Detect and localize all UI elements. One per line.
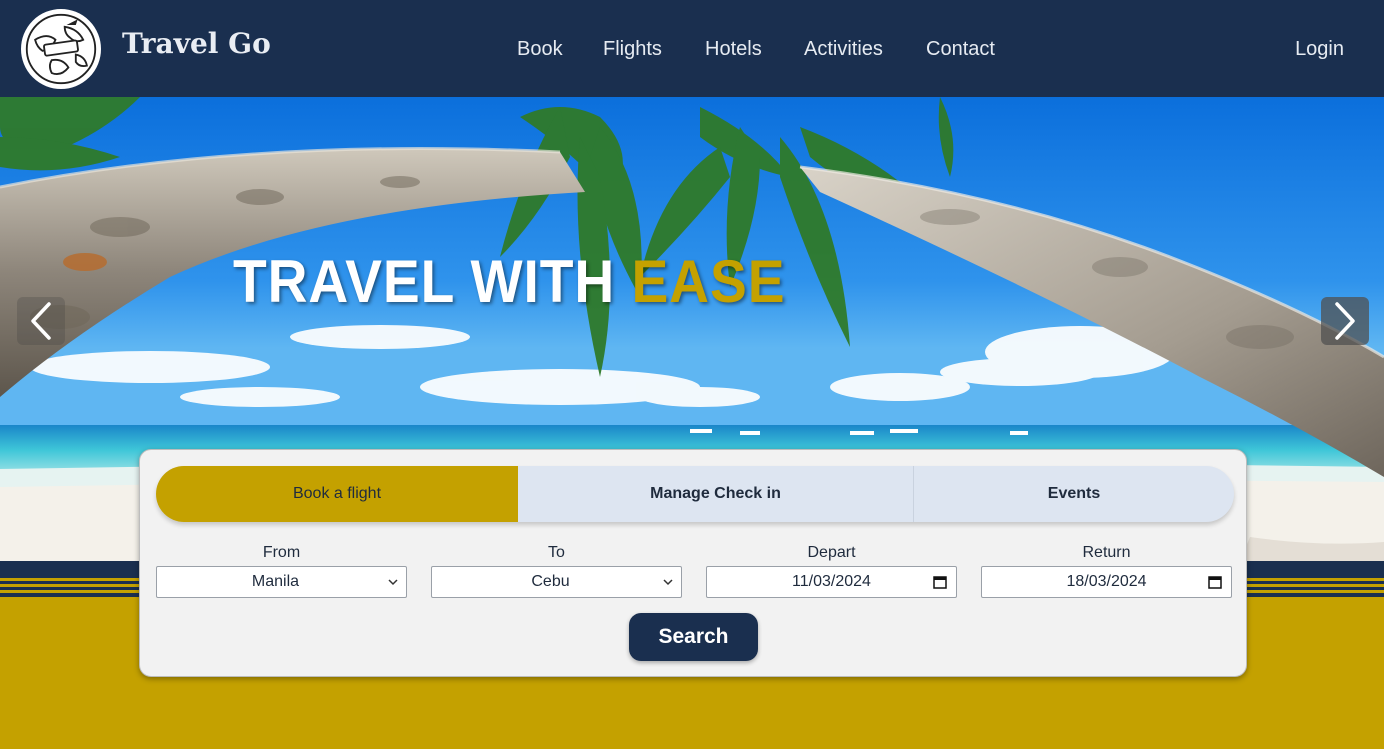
travel-globe-logo[interactable] bbox=[21, 9, 101, 89]
from-select-value: Manila bbox=[251, 573, 300, 590]
nav-book[interactable]: Book bbox=[517, 38, 563, 61]
hero-title-accent: EASE bbox=[631, 248, 786, 315]
brand-name[interactable]: Travel Go bbox=[122, 27, 271, 60]
return-label: Return bbox=[1082, 544, 1131, 561]
tab-book-a-flight[interactable]: Book a flight bbox=[156, 466, 518, 522]
depart-label: Depart bbox=[807, 544, 856, 561]
chevron-down-icon bbox=[663, 579, 673, 586]
search-button[interactable]: Search bbox=[629, 613, 758, 661]
chevron-left-icon bbox=[31, 302, 51, 340]
top-navbar: Travel Go Book Flights Hotels Activities… bbox=[0, 0, 1384, 97]
return-date-input[interactable]: 18/03/2024 bbox=[981, 566, 1232, 598]
return-date-value: 18/03/2024 bbox=[1066, 573, 1147, 590]
tab-manage-check-in[interactable]: Manage Check in bbox=[518, 466, 914, 522]
nav-contact[interactable]: Contact bbox=[926, 38, 995, 61]
hero-title: TRAVEL WITH EASE bbox=[233, 247, 785, 316]
to-select[interactable]: Cebu bbox=[431, 566, 682, 598]
calendar-icon[interactable] bbox=[1207, 574, 1223, 590]
nav-activities[interactable]: Activities bbox=[804, 38, 883, 61]
hero-title-main: TRAVEL WITH bbox=[233, 248, 632, 315]
from-select[interactable]: Manila bbox=[156, 566, 407, 598]
carousel-next-button[interactable] bbox=[1321, 297, 1369, 345]
to-select-value: Cebu bbox=[531, 573, 570, 590]
from-label: From bbox=[262, 544, 301, 561]
nav-flights[interactable]: Flights bbox=[603, 38, 662, 61]
depart-date-input[interactable]: 11/03/2024 bbox=[706, 566, 957, 598]
tab-events[interactable]: Events bbox=[914, 466, 1234, 522]
nav-hotels[interactable]: Hotels bbox=[705, 38, 762, 61]
login-link[interactable]: Login bbox=[1295, 38, 1344, 61]
calendar-icon[interactable] bbox=[932, 574, 948, 590]
depart-date-value: 11/03/2024 bbox=[792, 573, 871, 590]
booking-card: Book a flight Manage Check in Events Fro… bbox=[139, 449, 1247, 677]
carousel-prev-button[interactable] bbox=[17, 297, 65, 345]
chevron-down-icon bbox=[388, 579, 398, 586]
chevron-right-icon bbox=[1335, 302, 1355, 340]
booking-tabs: Book a flight Manage Check in Events bbox=[156, 466, 1234, 522]
to-label: To bbox=[548, 544, 565, 561]
